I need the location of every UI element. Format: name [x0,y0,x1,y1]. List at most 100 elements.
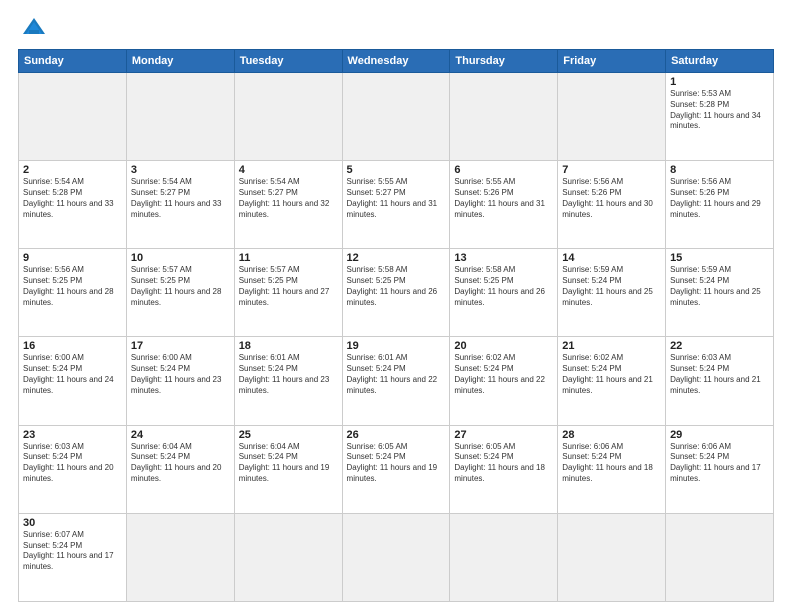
day-number: 7 [562,164,661,176]
calendar-cell [19,73,127,161]
weekday-header-row: Sunday Monday Tuesday Wednesday Thursday… [19,50,774,73]
day-info: Sunrise: 6:05 AMSunset: 5:24 PMDaylight:… [347,442,446,485]
day-info: Sunrise: 6:05 AMSunset: 5:24 PMDaylight:… [454,442,553,485]
header-saturday: Saturday [666,50,774,73]
header-tuesday: Tuesday [234,50,342,73]
day-info: Sunrise: 5:57 AMSunset: 5:25 PMDaylight:… [239,265,338,308]
header-sunday: Sunday [19,50,127,73]
calendar: Sunday Monday Tuesday Wednesday Thursday… [18,49,774,602]
day-info: Sunrise: 6:01 AMSunset: 5:24 PMDaylight:… [239,353,338,396]
day-number: 1 [670,76,769,88]
calendar-cell: 14Sunrise: 5:59 AMSunset: 5:24 PMDayligh… [558,249,666,337]
logo-text [18,18,47,40]
calendar-cell: 11Sunrise: 5:57 AMSunset: 5:25 PMDayligh… [234,249,342,337]
day-info: Sunrise: 6:03 AMSunset: 5:24 PMDaylight:… [670,353,769,396]
calendar-cell [126,513,234,601]
calendar-week-row: 23Sunrise: 6:03 AMSunset: 5:24 PMDayligh… [19,425,774,513]
calendar-cell: 7Sunrise: 5:56 AMSunset: 5:26 PMDaylight… [558,161,666,249]
day-info: Sunrise: 5:55 AMSunset: 5:27 PMDaylight:… [347,177,446,220]
header-wednesday: Wednesday [342,50,450,73]
calendar-week-row: 2Sunrise: 5:54 AMSunset: 5:28 PMDaylight… [19,161,774,249]
day-number: 9 [23,252,122,264]
day-info: Sunrise: 6:02 AMSunset: 5:24 PMDaylight:… [562,353,661,396]
day-info: Sunrise: 5:59 AMSunset: 5:24 PMDaylight:… [562,265,661,308]
calendar-cell [666,513,774,601]
day-info: Sunrise: 5:58 AMSunset: 5:25 PMDaylight:… [347,265,446,308]
calendar-cell: 10Sunrise: 5:57 AMSunset: 5:25 PMDayligh… [126,249,234,337]
calendar-cell: 26Sunrise: 6:05 AMSunset: 5:24 PMDayligh… [342,425,450,513]
calendar-week-row: 1Sunrise: 5:53 AMSunset: 5:28 PMDaylight… [19,73,774,161]
calendar-cell: 23Sunrise: 6:03 AMSunset: 5:24 PMDayligh… [19,425,127,513]
logo-icon [21,16,47,38]
calendar-cell: 2Sunrise: 5:54 AMSunset: 5:28 PMDaylight… [19,161,127,249]
calendar-cell: 16Sunrise: 6:00 AMSunset: 5:24 PMDayligh… [19,337,127,425]
calendar-cell: 28Sunrise: 6:06 AMSunset: 5:24 PMDayligh… [558,425,666,513]
day-info: Sunrise: 5:56 AMSunset: 5:26 PMDaylight:… [562,177,661,220]
calendar-cell: 1Sunrise: 5:53 AMSunset: 5:28 PMDaylight… [666,73,774,161]
day-info: Sunrise: 5:55 AMSunset: 5:26 PMDaylight:… [454,177,553,220]
calendar-week-row: 16Sunrise: 6:00 AMSunset: 5:24 PMDayligh… [19,337,774,425]
calendar-cell: 15Sunrise: 5:59 AMSunset: 5:24 PMDayligh… [666,249,774,337]
calendar-cell: 9Sunrise: 5:56 AMSunset: 5:25 PMDaylight… [19,249,127,337]
day-number: 29 [670,429,769,441]
calendar-cell: 12Sunrise: 5:58 AMSunset: 5:25 PMDayligh… [342,249,450,337]
day-number: 22 [670,340,769,352]
calendar-cell: 8Sunrise: 5:56 AMSunset: 5:26 PMDaylight… [666,161,774,249]
day-info: Sunrise: 5:54 AMSunset: 5:27 PMDaylight:… [131,177,230,220]
calendar-cell [558,513,666,601]
calendar-cell: 17Sunrise: 6:00 AMSunset: 5:24 PMDayligh… [126,337,234,425]
logo [18,18,47,41]
day-info: Sunrise: 6:06 AMSunset: 5:24 PMDaylight:… [670,442,769,485]
day-number: 3 [131,164,230,176]
day-number: 19 [347,340,446,352]
day-number: 27 [454,429,553,441]
calendar-cell: 18Sunrise: 6:01 AMSunset: 5:24 PMDayligh… [234,337,342,425]
day-number: 20 [454,340,553,352]
calendar-cell: 20Sunrise: 6:02 AMSunset: 5:24 PMDayligh… [450,337,558,425]
calendar-cell [450,513,558,601]
calendar-week-row: 30Sunrise: 6:07 AMSunset: 5:24 PMDayligh… [19,513,774,601]
day-number: 26 [347,429,446,441]
calendar-cell [234,73,342,161]
day-info: Sunrise: 5:54 AMSunset: 5:27 PMDaylight:… [239,177,338,220]
calendar-cell: 6Sunrise: 5:55 AMSunset: 5:26 PMDaylight… [450,161,558,249]
day-number: 30 [23,517,122,529]
day-number: 25 [239,429,338,441]
calendar-cell: 30Sunrise: 6:07 AMSunset: 5:24 PMDayligh… [19,513,127,601]
day-info: Sunrise: 6:00 AMSunset: 5:24 PMDaylight:… [23,353,122,396]
day-number: 16 [23,340,122,352]
calendar-cell [342,73,450,161]
day-number: 8 [670,164,769,176]
day-number: 21 [562,340,661,352]
day-number: 17 [131,340,230,352]
calendar-cell: 29Sunrise: 6:06 AMSunset: 5:24 PMDayligh… [666,425,774,513]
day-number: 14 [562,252,661,264]
calendar-cell: 27Sunrise: 6:05 AMSunset: 5:24 PMDayligh… [450,425,558,513]
calendar-cell: 13Sunrise: 5:58 AMSunset: 5:25 PMDayligh… [450,249,558,337]
calendar-cell [342,513,450,601]
calendar-cell: 21Sunrise: 6:02 AMSunset: 5:24 PMDayligh… [558,337,666,425]
calendar-cell [126,73,234,161]
day-number: 24 [131,429,230,441]
day-info: Sunrise: 6:06 AMSunset: 5:24 PMDaylight:… [562,442,661,485]
page: Sunday Monday Tuesday Wednesday Thursday… [0,0,792,612]
day-number: 10 [131,252,230,264]
day-info: Sunrise: 5:53 AMSunset: 5:28 PMDaylight:… [670,89,769,132]
day-number: 23 [23,429,122,441]
calendar-cell [558,73,666,161]
day-info: Sunrise: 6:00 AMSunset: 5:24 PMDaylight:… [131,353,230,396]
header-friday: Friday [558,50,666,73]
day-info: Sunrise: 5:56 AMSunset: 5:26 PMDaylight:… [670,177,769,220]
calendar-cell [234,513,342,601]
day-info: Sunrise: 5:57 AMSunset: 5:25 PMDaylight:… [131,265,230,308]
calendar-cell: 3Sunrise: 5:54 AMSunset: 5:27 PMDaylight… [126,161,234,249]
day-info: Sunrise: 6:01 AMSunset: 5:24 PMDaylight:… [347,353,446,396]
calendar-cell: 22Sunrise: 6:03 AMSunset: 5:24 PMDayligh… [666,337,774,425]
day-number: 28 [562,429,661,441]
calendar-cell [450,73,558,161]
calendar-cell: 5Sunrise: 5:55 AMSunset: 5:27 PMDaylight… [342,161,450,249]
day-number: 6 [454,164,553,176]
day-number: 2 [23,164,122,176]
day-number: 15 [670,252,769,264]
day-info: Sunrise: 6:04 AMSunset: 5:24 PMDaylight:… [131,442,230,485]
